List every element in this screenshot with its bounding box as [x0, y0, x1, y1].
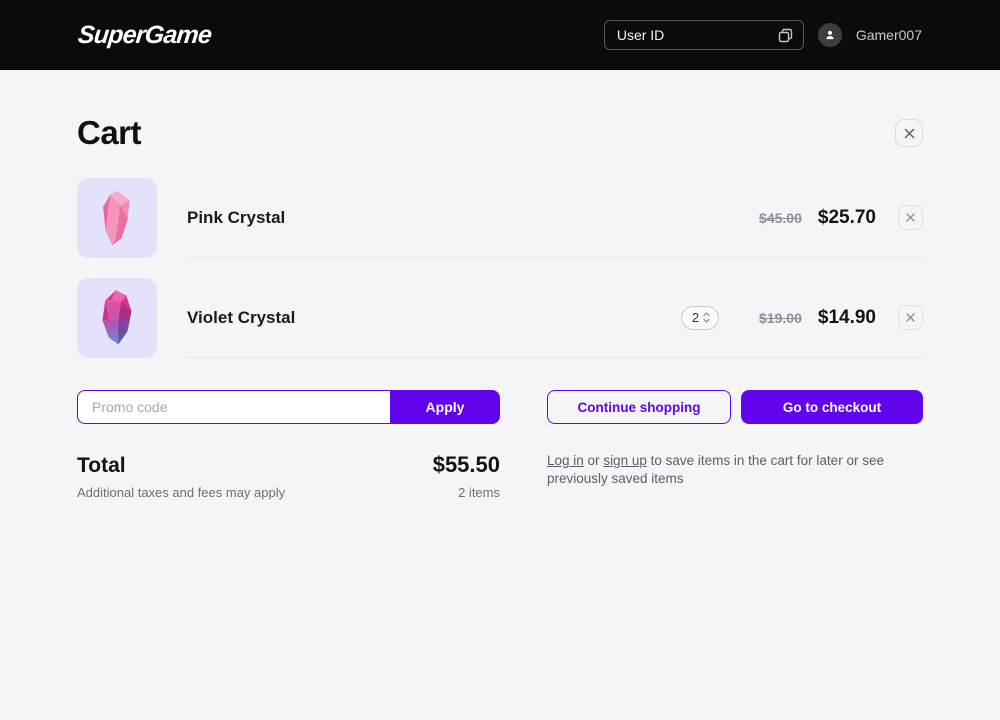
quantity-value: 2: [692, 310, 699, 325]
username: Gamer007: [856, 27, 922, 43]
remove-icon: [906, 213, 915, 222]
page-title: Cart: [77, 114, 141, 152]
app-header: SuperGame User ID Gamer007: [0, 0, 1000, 70]
sign-up-link[interactable]: sign up: [603, 453, 647, 468]
cart-panel: Cart Pink Crystal: [77, 114, 923, 500]
logo: SuperGame: [76, 21, 212, 50]
continue-shopping-button[interactable]: Continue shopping: [547, 390, 731, 424]
stepper-arrows-icon: [703, 312, 710, 323]
item-price: $25.70: [818, 207, 876, 229]
item-name: Pink Crystal: [187, 208, 285, 228]
login-note-separator: or: [584, 453, 604, 468]
go-to-checkout-button[interactable]: Go to checkout: [741, 390, 923, 424]
summary-row: Total $55.50 Additional taxes and fees m…: [77, 452, 923, 500]
remove-icon: [906, 313, 915, 322]
total-line: Total $55.50: [77, 452, 500, 478]
item-body: Violet Crystal 2 $19.00 $14.90: [187, 278, 923, 358]
item-old-price: $45.00: [759, 210, 802, 226]
cart-items-list: Pink Crystal $45.00 $25.70: [77, 178, 923, 358]
totals-block: Total $55.50 Additional taxes and fees m…: [77, 452, 500, 500]
items-count: 2 items: [458, 485, 500, 500]
pink-crystal-image: [77, 178, 157, 258]
cart-header: Cart: [77, 114, 923, 152]
item-controls: $45.00 $25.70: [759, 205, 923, 230]
login-note: Log in or sign up to save items in the c…: [547, 452, 923, 500]
item-body: Pink Crystal $45.00 $25.70: [187, 178, 923, 258]
person-icon: [823, 28, 837, 42]
quantity-stepper[interactable]: 2: [681, 306, 719, 330]
item-old-price: $19.00: [759, 310, 802, 326]
item-name: Violet Crystal: [187, 308, 295, 328]
header-right: User ID Gamer007: [604, 20, 922, 50]
cart-item-pink-crystal: Pink Crystal $45.00 $25.70: [77, 178, 923, 258]
violet-crystal-gem: [84, 285, 150, 351]
copy-icon[interactable]: [777, 27, 794, 44]
user-id-label: User ID: [617, 27, 664, 43]
total-label: Total: [77, 454, 126, 478]
promo-code-input[interactable]: [77, 390, 390, 424]
remove-item-button[interactable]: [898, 305, 923, 330]
actions-row: Apply Continue shopping Go to checkout: [77, 390, 923, 424]
avatar[interactable]: [818, 23, 842, 47]
item-price: $14.90: [818, 307, 876, 329]
apply-promo-button[interactable]: Apply: [390, 390, 500, 424]
total-value: $55.50: [433, 452, 500, 478]
close-icon: [904, 128, 915, 139]
cart-item-violet-crystal: Violet Crystal 2 $19.00 $14.90: [77, 278, 923, 358]
violet-crystal-image: [77, 278, 157, 358]
promo-code-group: Apply: [77, 390, 500, 424]
pink-crystal-gem: [84, 185, 150, 251]
taxes-note: Additional taxes and fees may apply: [77, 485, 285, 500]
checkout-actions: Continue shopping Go to checkout: [547, 390, 923, 424]
item-controls: 2 $19.00 $14.90: [681, 305, 923, 330]
log-in-link[interactable]: Log in: [547, 453, 584, 468]
user-id-field[interactable]: User ID: [604, 20, 804, 50]
close-cart-button[interactable]: [895, 119, 923, 147]
total-subline: Additional taxes and fees may apply 2 it…: [77, 485, 500, 500]
remove-item-button[interactable]: [898, 205, 923, 230]
